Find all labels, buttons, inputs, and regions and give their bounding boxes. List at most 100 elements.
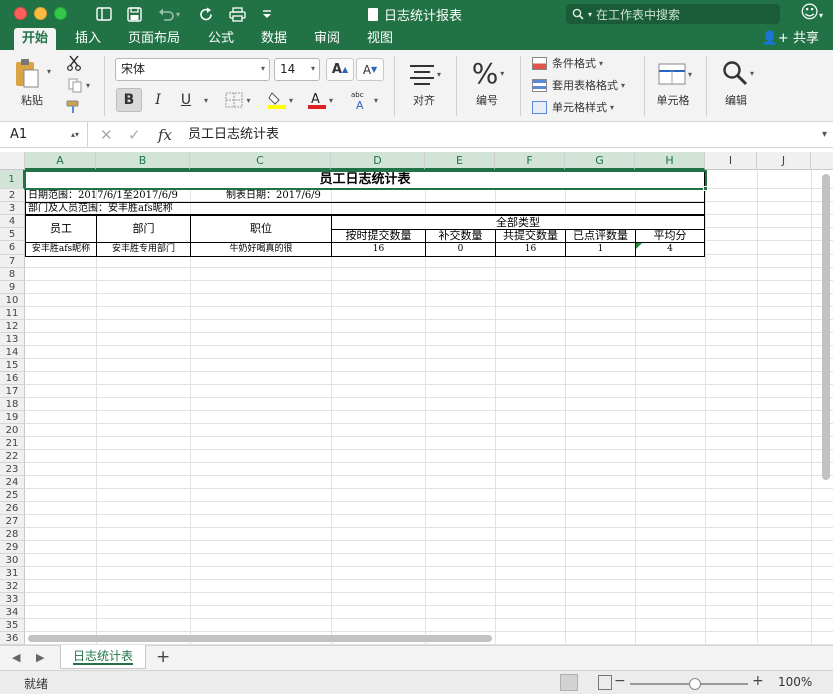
- header-all-types[interactable]: 全部类型: [331, 215, 705, 230]
- zoom-level[interactable]: 100%: [778, 675, 812, 689]
- font-size-select[interactable]: 14 ▾: [274, 58, 320, 81]
- column-header-b[interactable]: B: [96, 152, 190, 170]
- conditional-format-button[interactable]: 条件格式 ▾: [532, 54, 632, 72]
- row-header[interactable]: 25: [0, 489, 25, 502]
- row-header[interactable]: 10: [0, 294, 25, 307]
- fill-color-icon[interactable]: ▾: [262, 88, 298, 112]
- select-all-corner[interactable]: [0, 152, 25, 170]
- add-sheet-icon[interactable]: +: [156, 647, 170, 667]
- name-box[interactable]: A1 ▴▾: [0, 122, 88, 148]
- row-header[interactable]: 14: [0, 346, 25, 359]
- tab-view[interactable]: 视图: [359, 28, 401, 50]
- paste-icon[interactable]: [10, 56, 44, 90]
- data-employee[interactable]: 安丰胜afs昵称: [25, 242, 97, 257]
- confirm-formula-icon[interactable]: ✓: [128, 122, 141, 148]
- row-header[interactable]: 18: [0, 398, 25, 411]
- column-header-a[interactable]: A: [25, 152, 96, 170]
- share-button[interactable]: 👤+ 共享: [762, 28, 819, 50]
- data-position[interactable]: 牛奶好喝真的很: [190, 242, 332, 257]
- row-header[interactable]: 7: [0, 255, 25, 268]
- sidebar-toggle-icon[interactable]: [94, 4, 114, 24]
- row-header[interactable]: 4: [0, 215, 25, 228]
- row-header[interactable]: 20: [0, 424, 25, 437]
- font-name-select[interactable]: 宋体 ▾: [115, 58, 270, 81]
- tab-review[interactable]: 审阅: [306, 28, 348, 50]
- underline-button[interactable]: U: [174, 88, 198, 112]
- next-sheet-icon[interactable]: ▶: [36, 651, 44, 664]
- row-header[interactable]: 27: [0, 515, 25, 528]
- format-painter-icon[interactable]: [64, 98, 84, 116]
- cut-icon[interactable]: [64, 54, 84, 72]
- insert-function-icon[interactable]: fx: [158, 122, 172, 148]
- row-header[interactable]: 34: [0, 606, 25, 619]
- data-reviewed[interactable]: 1: [565, 242, 636, 257]
- row-header[interactable]: 6: [0, 241, 25, 255]
- row-header[interactable]: 36: [0, 632, 25, 645]
- table-format-button[interactable]: 套用表格格式 ▾: [532, 76, 642, 94]
- find-icon[interactable]: ▾: [716, 56, 760, 90]
- font-color-icon[interactable]: A ▾: [302, 88, 338, 112]
- row-header[interactable]: 9: [0, 281, 25, 294]
- maximize-window-button[interactable]: [54, 7, 67, 20]
- data-dept[interactable]: 安丰胜专用部门: [96, 242, 191, 257]
- underline-dropdown-icon[interactable]: ▾: [200, 88, 212, 112]
- column-header-e[interactable]: E: [425, 152, 495, 170]
- column-header-f[interactable]: F: [495, 152, 565, 170]
- row-header[interactable]: 8: [0, 268, 25, 281]
- sheet-tab-log-report[interactable]: 日志统计表: [60, 645, 146, 669]
- vertical-scrollbar[interactable]: [822, 174, 830, 480]
- row-header[interactable]: 33: [0, 593, 25, 606]
- data-makeup[interactable]: 0: [425, 242, 496, 257]
- formula-input[interactable]: 员工日志统计表: [188, 122, 279, 148]
- increase-font-size-icon[interactable]: A ▲: [326, 58, 354, 81]
- row-header[interactable]: 35: [0, 619, 25, 632]
- tab-formulas[interactable]: 公式: [200, 28, 242, 50]
- tab-insert[interactable]: 插入: [67, 28, 109, 50]
- row-header[interactable]: 19: [0, 411, 25, 424]
- row-header[interactable]: 22: [0, 450, 25, 463]
- header-makeup[interactable]: 补交数量: [425, 229, 496, 243]
- italic-button[interactable]: I: [146, 88, 170, 112]
- data-ontime[interactable]: 16: [331, 242, 426, 257]
- tab-data[interactable]: 数据: [253, 28, 295, 50]
- row-header[interactable]: 30: [0, 554, 25, 567]
- row-header[interactable]: 28: [0, 528, 25, 541]
- normal-view-icon[interactable]: [560, 674, 578, 691]
- paste-dropdown-icon[interactable]: ▾: [44, 66, 54, 76]
- undo-icon[interactable]: ▾: [154, 4, 184, 24]
- column-header-h[interactable]: H: [635, 152, 705, 170]
- page-layout-view-icon[interactable]: [598, 675, 612, 690]
- bold-button[interactable]: B: [116, 88, 142, 112]
- tab-page-layout[interactable]: 页面布局: [120, 28, 188, 50]
- header-dept[interactable]: 部门: [96, 215, 191, 243]
- number-format-icon[interactable]: % ▾: [466, 56, 510, 90]
- header-position[interactable]: 职位: [190, 215, 332, 243]
- alignment-icon[interactable]: ▾: [404, 58, 446, 90]
- worksheet-grid[interactable]: A B C D E F G H I J 1 2 3 4 5 6 7 8 9 10 11 12 13 14 1…: [0, 152, 833, 645]
- copy-icon[interactable]: ▾: [64, 76, 94, 94]
- customize-toolbar-icon[interactable]: [260, 4, 274, 24]
- decrease-font-size-icon[interactable]: A ▼: [356, 58, 384, 81]
- print-icon[interactable]: [226, 4, 248, 24]
- column-header-g[interactable]: G: [565, 152, 635, 170]
- cancel-formula-icon[interactable]: ✕: [100, 122, 113, 148]
- feedback-smiley-icon[interactable]: ☺▾: [800, 3, 823, 26]
- data-avg[interactable]: 4: [635, 242, 705, 257]
- redo-icon[interactable]: [196, 4, 216, 24]
- horizontal-scrollbar[interactable]: [28, 635, 492, 642]
- error-indicator-icon[interactable]: [636, 243, 642, 249]
- row-header[interactable]: 17: [0, 385, 25, 398]
- save-icon[interactable]: [124, 4, 144, 24]
- row-header[interactable]: 12: [0, 320, 25, 333]
- cells-icon[interactable]: ▾: [652, 58, 698, 90]
- prev-sheet-icon[interactable]: ◀: [12, 651, 20, 664]
- zoom-in-button[interactable]: +: [752, 673, 764, 689]
- column-header-j[interactable]: J: [757, 152, 811, 170]
- column-header-d[interactable]: D: [331, 152, 425, 170]
- phonetic-icon[interactable]: abc A ▾: [344, 88, 384, 112]
- row-header[interactable]: 32: [0, 580, 25, 593]
- row-header[interactable]: 16: [0, 372, 25, 385]
- row-header[interactable]: 2: [0, 189, 25, 202]
- header-employee[interactable]: 员工: [25, 215, 97, 243]
- row-header[interactable]: 1: [0, 170, 25, 189]
